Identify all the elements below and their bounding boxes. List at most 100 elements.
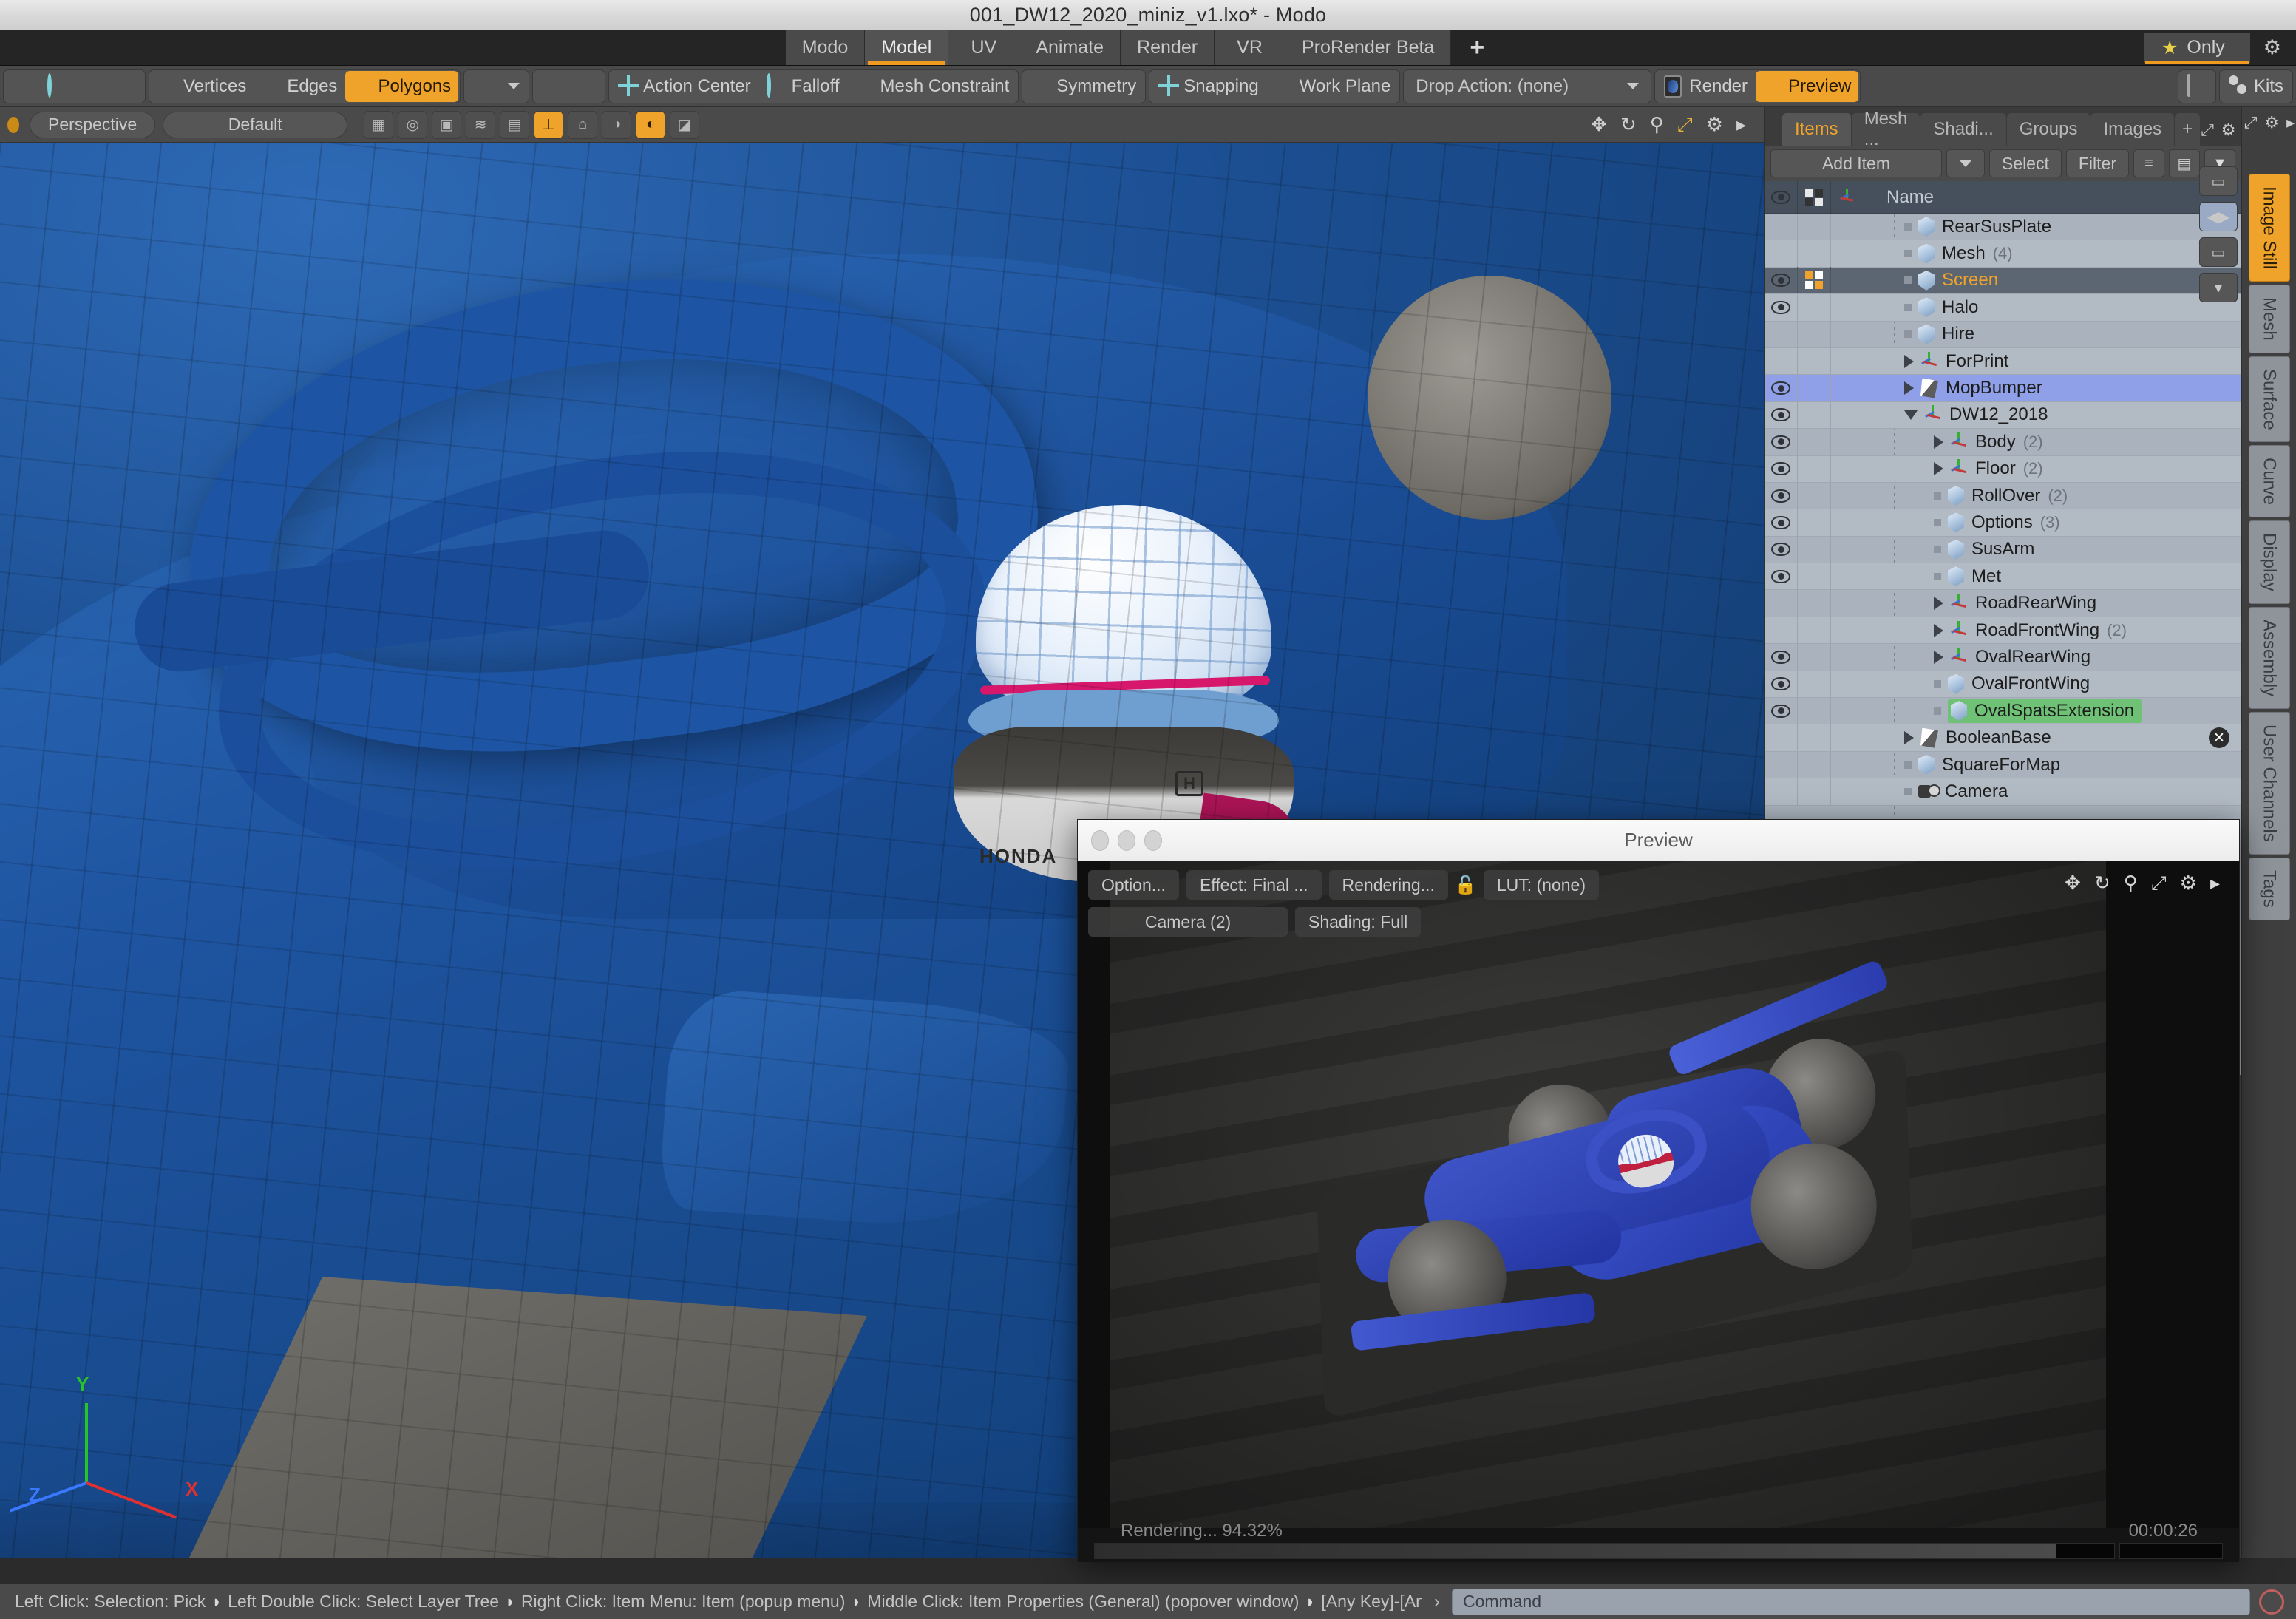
viewport-style-dropdown[interactable]: Default [163,111,348,138]
table-row[interactable]: Body (2) [1765,428,2241,456]
table-row[interactable]: OvalRearWing [1765,643,2241,671]
materials-button[interactable] [466,71,500,102]
select-next-button[interactable] [569,71,603,102]
visibility-icon[interactable] [1771,435,1790,449]
camera-display-icon[interactable]: ◑ [602,110,632,139]
move-icon[interactable]: ✥ [1591,113,1607,136]
row-name-cell[interactable]: DW12_2018 [1864,404,2241,425]
row-visibility-cell[interactable] [1765,375,1798,402]
preview-button[interactable]: Preview [1756,70,1859,102]
vtab-mesh[interactable]: Mesh [2248,285,2290,353]
row-transform-cell[interactable] [1831,643,1864,671]
row-visibility-cell[interactable] [1765,778,1798,805]
row-visibility-cell[interactable] [1765,697,1798,724]
only-toggle-button[interactable]: ★ Only [2143,33,2250,64]
row-transform-cell[interactable] [1831,293,1864,321]
tab-uv[interactable]: UV [948,30,1020,65]
tab-animate[interactable]: Animate [1019,30,1121,65]
selection-icon[interactable] [1805,271,1823,290]
gradient-display-icon[interactable]: ◪ [670,110,700,139]
visibility-icon[interactable] [1771,274,1790,288]
table-row[interactable]: Floor (2) [1765,455,2241,483]
row-selection-cell[interactable] [1798,778,1831,805]
row-name-cell[interactable]: BooleanBase [1864,727,2241,748]
render-button[interactable]: Render [1657,71,1755,102]
row-name-cell[interactable]: RoadRearWing [1864,593,2241,614]
row-transform-cell[interactable] [1831,214,1864,240]
column-transform-icon[interactable] [1831,180,1864,214]
chevron-down-icon[interactable] [1904,410,1918,420]
row-transform-cell[interactable] [1831,751,1864,778]
row-transform-cell[interactable] [1831,347,1864,375]
props-nav-icon[interactable]: ◀▶ [2199,202,2238,231]
row-selection-cell[interactable] [1798,347,1831,375]
row-visibility-cell[interactable] [1765,563,1798,590]
tab-items[interactable]: Items [1782,113,1852,146]
row-name-cell[interactable]: Options (3) [1864,512,2241,533]
gear-icon[interactable]: ⚙ [2256,36,2289,59]
row-selection-cell[interactable] [1798,482,1831,509]
work-plane-button[interactable]: Work Plane [1267,71,1399,102]
chevron-right-icon[interactable] [1934,462,1943,476]
row-visibility-cell[interactable] [1765,536,1798,563]
preview-effect-button[interactable]: Effect: Final ... [1186,870,1322,900]
row-selection-cell[interactable] [1798,563,1831,590]
row-transform-cell[interactable] [1831,321,1864,348]
tab-prorender-beta[interactable]: ProRender Beta [1285,30,1452,65]
add-tab-button[interactable]: + [1451,30,1504,65]
column-visibility-icon[interactable] [1765,180,1798,214]
table-row[interactable]: OvalFrontWing [1765,671,2241,699]
row-selection-cell[interactable] [1798,509,1831,536]
row-selection-cell[interactable] [1798,214,1831,240]
command-input[interactable]: Command [1452,1588,2250,1615]
rotate-icon[interactable]: ↻ [2094,872,2110,895]
backdrop-display-icon[interactable]: ▤ [500,110,530,139]
preview-camera-button[interactable]: Camera (2) [1088,907,1288,937]
row-transform-cell[interactable] [1831,455,1864,483]
row-transform-cell[interactable] [1831,482,1864,509]
row-visibility-cell[interactable] [1765,724,1798,752]
stop-icon[interactable] [2259,1589,2284,1615]
row-transform-cell[interactable] [1831,590,1864,617]
texture-display-icon[interactable]: ▣ [432,110,462,139]
preview-window[interactable]: Preview Option... Effect: Final ... Rend… [1077,819,2240,1562]
move-icon[interactable]: ✥ [2065,872,2081,895]
row-visibility-cell[interactable] [1765,751,1798,778]
table-row[interactable]: RoadRearWing [1765,590,2241,617]
row-transform-cell[interactable] [1831,375,1864,402]
row-selection-cell[interactable] [1798,751,1831,778]
gear-icon[interactable]: ⚙ [2264,113,2279,132]
chevron-right-icon[interactable] [1934,623,1943,637]
select-previous-button[interactable] [534,71,568,102]
drop-action-dropdown[interactable]: Drop Action: (none) [1405,71,1649,102]
curves-display-icon[interactable]: ≋ [466,110,496,139]
row-name-cell[interactable]: Floor (2) [1864,458,2241,479]
row-selection-cell[interactable] [1798,293,1831,321]
falloff-button[interactable]: Falloff [759,71,847,102]
row-visibility-cell[interactable] [1765,321,1798,348]
viewport-projection-dropdown[interactable]: Perspective [30,111,156,138]
row-name-cell[interactable]: RollOver (2) [1864,486,2241,506]
shading-display-icon[interactable]: ◐ [636,110,666,139]
visibility-icon[interactable] [1771,300,1790,314]
table-row[interactable]: RollOver (2) [1765,482,2241,510]
center-mode-button[interactable] [109,71,143,102]
rotate-icon[interactable]: ↻ [1620,113,1637,136]
visibility-icon[interactable] [1771,408,1790,422]
select-button[interactable]: Select [1988,149,2062,177]
expand-panel-icon[interactable]: ⤢ [2201,121,2214,140]
vtab-display[interactable]: Display [2248,520,2290,605]
light-display-icon[interactable]: ⌂ [568,110,598,139]
unlock-icon[interactable]: 🔓 [1455,872,1477,898]
row-visibility-cell[interactable] [1765,455,1798,483]
add-panel-tab-button[interactable]: + [2175,113,2201,146]
close-icon[interactable]: ✕ [2209,727,2229,749]
row-name-cell[interactable]: Mesh (4) [1864,243,2241,264]
preview-body[interactable]: Option... Effect: Final ... Rendering...… [1078,861,2239,1562]
row-name-cell[interactable]: OvalFrontWing [1864,673,2241,694]
props-more-icon[interactable]: ▾ [2199,273,2238,302]
expand-icon[interactable]: ⤢ [2244,113,2258,132]
row-name-cell[interactable]: OvalRearWing [1864,647,2241,668]
row-visibility-cell[interactable] [1765,214,1798,240]
row-visibility-cell[interactable] [1765,267,1798,294]
